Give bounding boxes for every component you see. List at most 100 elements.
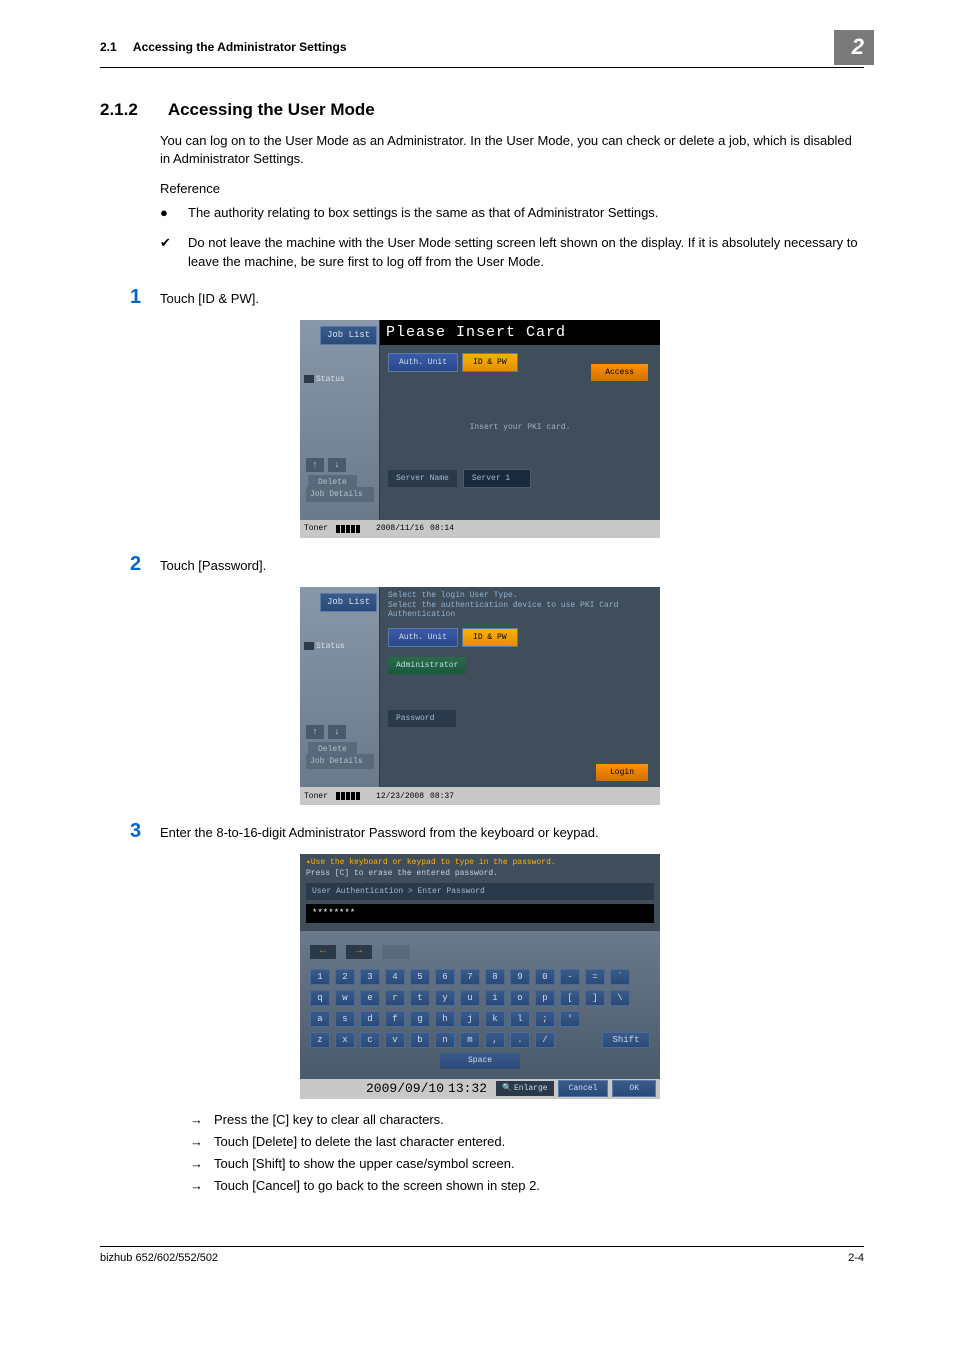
cursor-right-icon[interactable]: → [346,945,372,959]
key-,[interactable]: , [485,1032,505,1048]
caution-text: Do not leave the machine with the User M… [188,234,864,270]
key--[interactable]: - [560,969,580,985]
down-arrow-icon[interactable]: ↓ [328,458,346,472]
key-=[interactable]: = [585,969,605,985]
key-t[interactable]: t [410,990,430,1006]
key-l[interactable]: l [510,1011,530,1027]
reference-bullet: ● The authority relating to box settings… [160,204,864,222]
key-h[interactable]: h [435,1011,455,1027]
key-p[interactable]: p [535,990,555,1006]
auth-unit-tab[interactable]: Auth. Unit [388,353,458,372]
hint-line-1: Select the login User Type. [388,591,652,601]
key-9[interactable]: 9 [510,969,530,985]
server-name-value[interactable]: Server 1 [463,469,531,488]
kb-hint-2: Press [C] to erase the entered password. [306,868,654,879]
key-i[interactable]: i [485,990,505,1006]
id-pw-tab[interactable]: ID & PW [462,628,518,647]
step-1: 1 Touch [ID & PW]. [130,287,864,308]
intro-text: You can log on to the User Mode as an Ad… [160,132,864,168]
hint-line-2: Select the authentication device to use … [388,601,652,620]
kb-hint-1: ✦Use the keyboard or keypad to type in t… [306,858,654,868]
key-;[interactable]: ; [535,1011,555,1027]
up-arrow-icon[interactable]: ↑ [306,458,324,472]
nav-arrows[interactable]: ↑↓ [306,458,346,472]
key-m[interactable]: m [460,1032,480,1048]
job-details-button[interactable]: Job Details [306,487,374,502]
key-r[interactable]: r [385,990,405,1006]
nav-arrows[interactable]: ↑↓ [306,725,346,739]
job-list-tab[interactable]: Job List [320,593,377,612]
key-n[interactable]: n [435,1032,455,1048]
key-3[interactable]: 3 [360,969,380,985]
key-`[interactable]: ` [610,969,630,985]
enlarge-button[interactable]: 🔍Enlarge [496,1081,554,1096]
chapter-badge: 2 [834,30,874,65]
key-4[interactable]: 4 [385,969,405,985]
key-b[interactable]: b [410,1032,430,1048]
delete-key[interactable] [382,945,410,959]
key-y[interactable]: y [435,990,455,1006]
key-x[interactable]: x [335,1032,355,1048]
key-\[interactable]: \ [610,990,630,1006]
reference-text: The authority relating to box settings i… [188,204,658,222]
job-list-tab[interactable]: Job List [320,326,377,345]
arrow-icon: → [190,1155,214,1173]
key-'[interactable]: ' [560,1011,580,1027]
check-icon: ✔ [160,234,188,270]
key-e[interactable]: e [360,990,380,1006]
space-key[interactable]: Space [440,1053,520,1069]
key-s[interactable]: s [335,1011,355,1027]
key-w[interactable]: w [335,990,355,1006]
key-2[interactable]: 2 [335,969,355,985]
server-name-label: Server Name [388,470,457,487]
key-d[interactable]: d [360,1011,380,1027]
access-button[interactable]: Access [591,364,648,381]
password-button[interactable]: Password [388,710,456,727]
key-f[interactable]: f [385,1011,405,1027]
heading-number: 2.1.2 [100,98,138,122]
date-value: 12/23/2008 [376,791,424,802]
cursor-left-icon[interactable]: ← [310,945,336,959]
key-[[interactable]: [ [560,990,580,1006]
key-z[interactable]: z [310,1032,330,1048]
key-6[interactable]: 6 [435,969,455,985]
page-footer: bizhub 652/602/552/502 2-4 [100,1246,864,1266]
id-pw-tab[interactable]: ID & PW [462,353,518,372]
key-j[interactable]: j [460,1011,480,1027]
ok-button[interactable]: OK [612,1080,656,1097]
key-a[interactable]: a [310,1011,330,1027]
key-][interactable]: ] [585,990,605,1006]
shift-key[interactable]: Shift [602,1032,650,1048]
key-k[interactable]: k [485,1011,505,1027]
down-arrow-icon[interactable]: ↓ [328,725,346,739]
key-v[interactable]: v [385,1032,405,1048]
password-input[interactable]: ******** [306,904,654,923]
status-bar: 2009/09/10 13:32 🔍Enlarge Cancel OK [300,1079,660,1099]
key-g[interactable]: g [410,1011,430,1027]
job-details-button[interactable]: Job Details [306,754,374,769]
key-/[interactable]: / [535,1032,555,1048]
step-number: 3 [130,821,160,842]
header-section-no: 2.1 [100,40,117,54]
auth-unit-tab[interactable]: Auth. Unit [388,628,458,647]
key-c[interactable]: c [360,1032,380,1048]
key-o[interactable]: o [510,990,530,1006]
key-q[interactable]: q [310,990,330,1006]
footer-model: bizhub 652/602/552/502 [100,1251,218,1266]
step-text: Touch [ID & PW]. [160,287,259,308]
key-.[interactable]: . [510,1032,530,1048]
cancel-button[interactable]: Cancel [558,1080,609,1097]
key-5[interactable]: 5 [410,969,430,985]
key-8[interactable]: 8 [485,969,505,985]
sub-bullet: →Press the [C] key to clear all characte… [190,1111,864,1129]
key-1[interactable]: 1 [310,969,330,985]
key-0[interactable]: 0 [535,969,555,985]
key-u[interactable]: u [460,990,480,1006]
administrator-button[interactable]: Administrator [388,657,466,674]
time-value: 13:32 [448,1080,487,1098]
up-arrow-icon[interactable]: ↑ [306,725,324,739]
date-value: 2009/09/10 [366,1080,444,1098]
heading-title: Accessing the User Mode [168,98,375,122]
login-button[interactable]: Login [596,764,648,781]
key-7[interactable]: 7 [460,969,480,985]
